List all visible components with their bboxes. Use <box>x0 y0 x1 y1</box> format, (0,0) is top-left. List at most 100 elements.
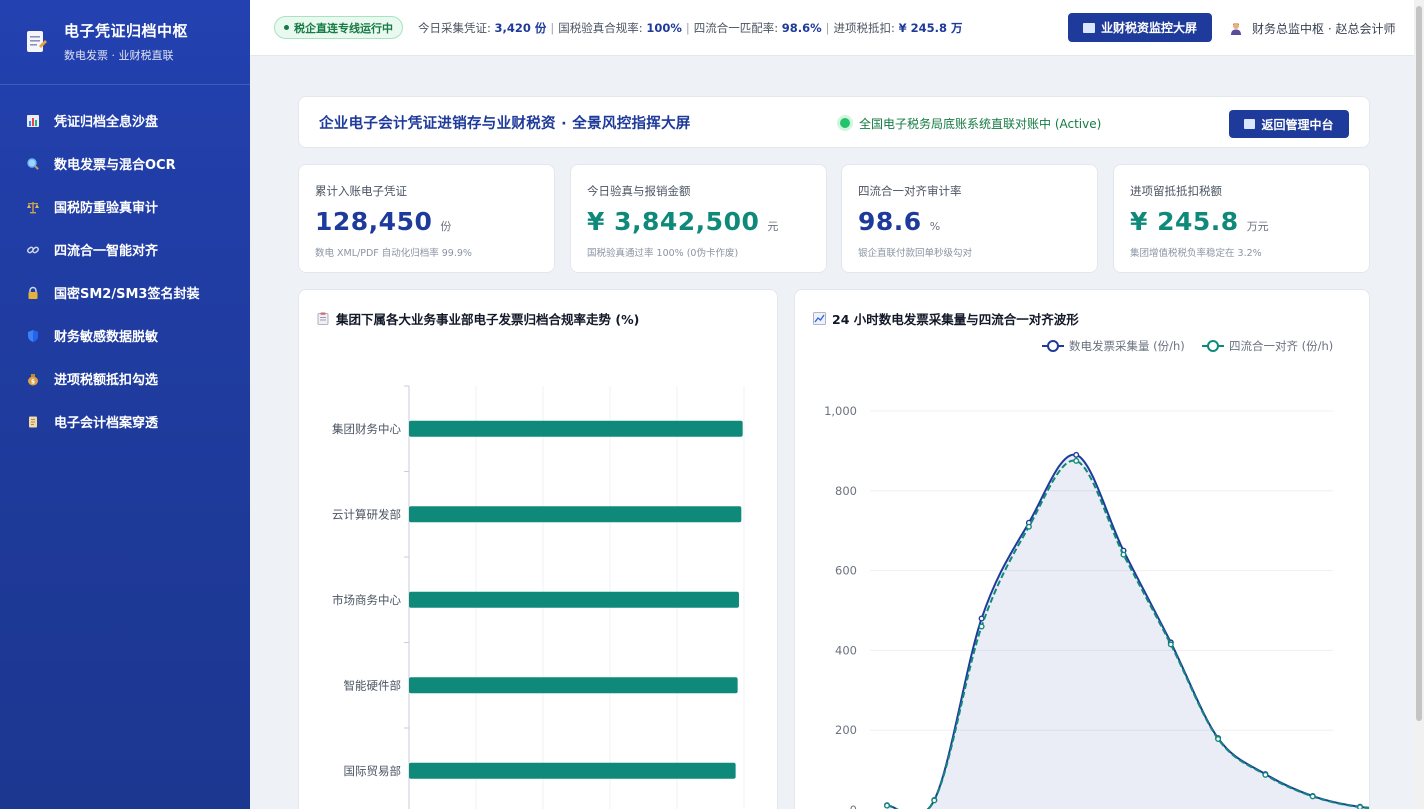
user-name: 财务总监中枢 · 赵总会计师 <box>1252 21 1396 36</box>
kpi-subtext: 数电 XML/PDF 自动化归档率 99.9% <box>315 248 472 259</box>
kpi-label: 四流合一对齐审计率 <box>858 184 962 198</box>
sidebar-item-label: 数电发票与混合OCR <box>54 158 176 173</box>
sidebar-item-label: 财务敏感数据脱敏 <box>54 330 159 345</box>
ticker-separator: | <box>550 20 555 35</box>
kpi-value: ¥ 3,842,500 <box>587 207 760 236</box>
ticker-separator: | <box>825 20 830 35</box>
data-point[interactable] <box>883 802 890 809</box>
legend-label: 四流合一对齐 (份/h) <box>1229 339 1333 353</box>
data-point[interactable] <box>1215 735 1222 742</box>
bar[interactable] <box>409 591 739 608</box>
back-to-admin-button[interactable]: 返回管理中台 <box>1229 110 1349 138</box>
legend-marker <box>1047 340 1059 352</box>
stats-ticker: 今日采集凭证: 3,420 份 | 国税验真合规率: 100% | 四流合一匹配率: 9… <box>418 20 962 36</box>
document-icon <box>24 29 48 55</box>
sync-status-text: 全国电子税务局底账系统直联对账中 (Active) <box>859 116 1102 131</box>
sidebar-item-7[interactable]: $ 进项税额抵扣勾选 <box>0 357 250 400</box>
back-arrow-icon <box>1244 119 1256 129</box>
category-label: 云计算研发部 <box>332 507 401 521</box>
sidebar-item-label: 电子会计档案穿透 <box>54 416 159 431</box>
y-tick-label: 1,000 <box>824 404 857 418</box>
active-dot-icon <box>840 118 850 128</box>
bar-chart-icon <box>26 114 40 128</box>
scroll-icon <box>26 415 40 429</box>
scrollbar-thumb[interactable] <box>1416 6 1422 721</box>
bar[interactable] <box>409 762 736 779</box>
y-tick-label: 800 <box>835 484 857 498</box>
sidebar-item-6[interactable]: 财务敏感数据脱敏 <box>0 314 250 357</box>
y-tick-label: 400 <box>835 643 857 657</box>
kpi-unit: 元 <box>767 220 779 233</box>
status-badge: 税企直连专线运行中 <box>274 16 403 39</box>
user-avatar-icon <box>1230 22 1242 35</box>
kpi-label: 今日验真与报销金额 <box>587 184 691 198</box>
page-scrollbar[interactable] <box>1414 0 1424 809</box>
sidebar-item-label: 进项税额抵扣勾选 <box>54 373 159 388</box>
category-label: 国际贸易部 <box>344 764 402 778</box>
ticker-value: 3,420 份 <box>494 20 547 35</box>
data-point[interactable] <box>978 615 985 622</box>
ticker-label: 今日采集凭证: <box>418 20 495 35</box>
data-point[interactable] <box>931 797 938 804</box>
monitor-screen-button[interactable]: 业财税资监控大屏 <box>1068 13 1212 42</box>
sidebar-item-4[interactable]: 四流合一智能对齐 <box>0 228 250 271</box>
sidebar-item-8[interactable]: 电子会计档案穿透 <box>0 400 250 443</box>
bar[interactable] <box>409 506 742 523</box>
sidebar-item-5[interactable]: 国密SM2/SM3签名封装 <box>0 271 250 314</box>
data-point[interactable] <box>978 623 985 630</box>
link-icon <box>26 243 40 257</box>
money-bag-icon: $ <box>26 372 40 386</box>
sidebar-item-3[interactable]: 国税防重验真审计 <box>0 185 250 228</box>
kpi-card-2: 今日验真与报销金额 ¥ 3,842,500 元国税验真通过率 100% (0伪卡作废… <box>570 164 827 273</box>
category-label: 集团财务中心 <box>332 422 401 436</box>
topbar: 税企直连专线运行中 今日采集凭证: 3,420 份 | 国税验真合规率: 100% |… <box>250 0 1424 56</box>
ticker-label: 国税验真合规率: <box>558 20 647 35</box>
data-point[interactable] <box>1262 771 1269 778</box>
ticker-value: 98.6% <box>781 20 822 35</box>
kpi-card-1: 累计入账电子凭证 128,450 份数电 XML/PDF 自动化归档率 99.9% <box>298 164 555 273</box>
ticker-value: 100% <box>646 20 682 35</box>
area-fill <box>887 454 1369 809</box>
bar[interactable] <box>409 677 738 694</box>
data-point[interactable] <box>1309 793 1316 800</box>
kpi-value: 128,450 <box>315 207 433 236</box>
page-title: 企业电子会计凭证进销存与业财税资 · 全景风控指挥大屏 <box>319 115 691 132</box>
shield-icon <box>26 329 40 343</box>
legend-label: 数电发票采集量 (份/h) <box>1069 339 1185 353</box>
data-point[interactable] <box>1120 551 1127 558</box>
sidebar-nav: 凭证归档全息沙盘数电发票与混合OCR 国税防重验真审计四流合一智能对齐国密SM2/… <box>0 85 250 443</box>
monitor-button-label: 业财税资监控大屏 <box>1100 21 1197 35</box>
collection-line-chart-panel: 24 小时数电发票采集量与四流合一对齐波形 数电发票采集量 (份/h) 四流合一对… <box>794 289 1370 809</box>
brand-subtitle: 数电发票 · 业财税直联 <box>64 49 174 62</box>
kpi-unit: % <box>929 220 941 233</box>
kpi-subtext: 银企直联付款回单秒级勾对 <box>858 248 973 259</box>
category-label: 市场商务中心 <box>332 593 401 607</box>
data-point[interactable] <box>1073 451 1080 458</box>
kpi-label: 累计入账电子凭证 <box>315 184 407 198</box>
ticker-label: 进项税抵扣: <box>833 20 899 35</box>
kpi-card-4: 进项留抵抵扣税额 ¥ 245.8 万元 集团增值税税负率稳定在 3.2% <box>1113 164 1370 273</box>
sync-status: 全国电子税务局底账系统直联对账中 (Active) <box>840 97 1101 149</box>
lock-icon <box>26 286 40 300</box>
data-point[interactable] <box>1025 523 1032 530</box>
brand-title: 电子凭证归档中枢 <box>64 22 189 40</box>
sidebar-item-1[interactable]: 凭证归档全息沙盘 <box>0 99 250 142</box>
scales-icon <box>26 200 40 214</box>
sidebar-item-2[interactable]: 数电发票与混合OCR <box>0 142 250 185</box>
brand: 电子凭证归档中枢 数电发票 · 业财税直联 <box>0 0 250 85</box>
data-point[interactable] <box>1167 641 1174 648</box>
ticker-value: ¥ 245.8 万 <box>898 20 963 35</box>
data-point[interactable] <box>1357 804 1363 809</box>
compliance-bar-chart-panel: 集团下属各大业务事业部电子发票归档合规率走势 (%) 集团财务中心 云计算研发部市… <box>298 289 778 809</box>
status-text: 税企直连专线运行中 <box>294 21 393 35</box>
sidebar-item-label: 四流合一智能对齐 <box>54 244 159 259</box>
status-dot-icon <box>284 25 289 30</box>
user-menu[interactable]: 财务总监中枢 · 赵总会计师 <box>1230 0 1395 56</box>
kpi-unit: 份 <box>440 220 452 233</box>
kpi-unit: 万元 <box>1246 220 1269 233</box>
bar[interactable] <box>409 420 743 437</box>
sidebar-item-label: 凭证归档全息沙盘 <box>54 115 159 130</box>
data-point[interactable] <box>1073 457 1080 464</box>
sidebar: 电子凭证归档中枢 数电发票 · 业财税直联 凭证归档全息沙盘数电发票与混合OCR… <box>0 0 250 809</box>
monitor-icon <box>1082 22 1095 33</box>
